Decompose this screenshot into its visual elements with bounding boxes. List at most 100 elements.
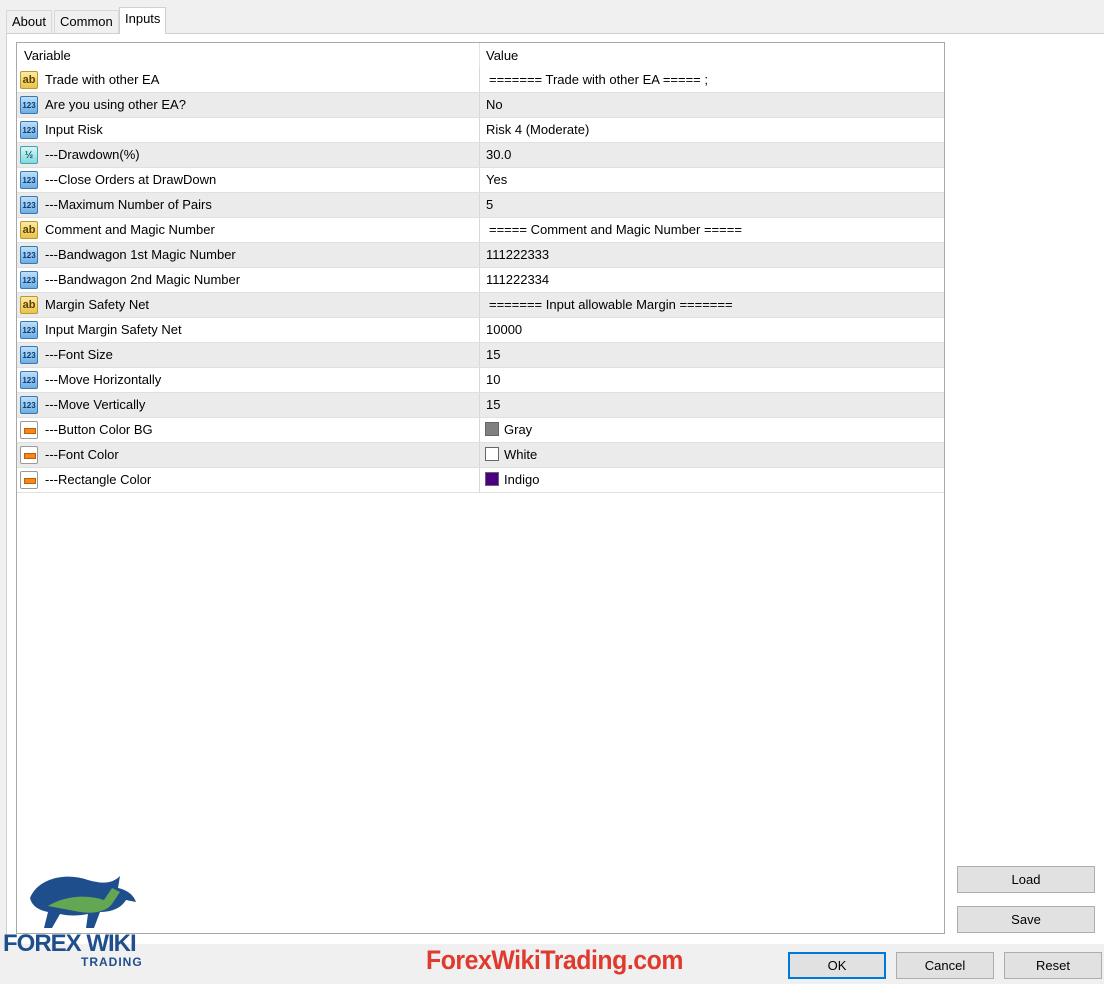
variable-label: ---Rectangle Color [45,472,152,487]
value-cell[interactable]: Risk 4 (Moderate) [480,118,944,142]
tab-about[interactable]: About [6,10,52,33]
table-row[interactable]: ½ ---Drawdown(%) 30.0 [17,143,944,168]
variable-cell: ---Font Color [17,443,480,467]
value-cell[interactable]: Yes [480,168,944,192]
value-cell[interactable]: 10 [480,368,944,392]
inputs-grid: Variable Value ab Trade with other EA ====… [16,42,945,934]
value-text[interactable]: ======= Trade with other EA ===== ; [489,68,708,92]
variable-label: ---Move Horizontally [45,372,162,387]
value-text[interactable]: 15 [486,393,500,417]
variable-cell: 123 Are you using other EA? [17,93,480,117]
variable-cell: 123 ---Close Orders at DrawDown [17,168,480,192]
value-text[interactable]: 15 [486,343,500,367]
header-value[interactable]: Value [480,43,944,68]
value-cell[interactable]: 30.0 [480,143,944,167]
value-text[interactable]: 10 [486,368,500,392]
value-text[interactable]: No [486,93,503,117]
value-cell[interactable]: 15 [480,393,944,417]
value-cell[interactable]: 111222334 [480,268,944,292]
value-text[interactable]: Indigo [504,468,539,492]
color-swatch[interactable] [485,422,499,436]
reset-button[interactable]: Reset [1004,952,1102,979]
value-cell[interactable]: Gray [480,418,944,442]
load-button[interactable]: Load [957,866,1095,893]
table-row[interactable]: ab Comment and Magic Number ===== Comment … [17,218,944,243]
variable-cell: 123 ---Maximum Number of Pairs [17,193,480,217]
variable-cell: 123 ---Move Horizontally [17,368,480,392]
table-row[interactable]: 123 ---Move Vertically 15 [17,393,944,418]
table-row[interactable]: ---Rectangle Color Indigo [17,468,944,493]
value-cell[interactable]: 111222333 [480,243,944,267]
value-cell[interactable]: Indigo [480,468,944,492]
variable-label: ---Maximum Number of Pairs [45,197,212,212]
value-text[interactable]: ======= Input allowable Margin ======= [489,293,733,317]
table-row[interactable]: 123 Input Risk Risk 4 (Moderate) [17,118,944,143]
value-text[interactable]: 111222333 [486,243,549,267]
variable-cell: ---Button Color BG [17,418,480,442]
variable-label: Trade with other EA [45,72,160,87]
table-row[interactable]: 123 ---Close Orders at DrawDown Yes [17,168,944,193]
watermark-text: ForexWikiTrading.com [426,945,683,975]
table-row[interactable]: 123 ---Maximum Number of Pairs 5 [17,193,944,218]
variable-label: Are you using other EA? [45,97,186,112]
value-text[interactable]: 5 [486,193,493,217]
value-cell[interactable]: 5 [480,193,944,217]
grid-header: Variable Value [17,43,944,68]
integer-type-icon: 123 [20,321,38,339]
value-cell[interactable]: 10000 [480,318,944,342]
table-row[interactable]: ab Margin Safety Net ======= Input allowab… [17,293,944,318]
table-row[interactable]: 123 ---Font Size 15 [17,343,944,368]
value-cell[interactable]: ======= Trade with other EA ===== ; [480,68,944,92]
table-row[interactable]: ---Font Color White [17,443,944,468]
tab-common[interactable]: Common [54,10,119,33]
value-text[interactable]: ===== Comment and Magic Number ===== [489,218,742,242]
value-cell[interactable]: 15 [480,343,944,367]
variable-label: ---Bandwagon 1st Magic Number [45,247,236,262]
color-type-icon [20,421,38,439]
table-row[interactable]: 123 ---Bandwagon 1st Magic Number 11122233… [17,243,944,268]
logo-brand-text: FOREX WIKI [3,930,137,957]
cancel-button[interactable]: Cancel [896,952,994,979]
integer-type-icon: 123 [20,396,38,414]
table-row[interactable]: 123 ---Move Horizontally 10 [17,368,944,393]
integer-type-icon: 123 [20,196,38,214]
value-text[interactable]: 111222334 [486,268,549,292]
variable-cell: ab Trade with other EA [17,68,480,92]
string-type-icon: ab [20,221,38,239]
value-text[interactable]: 30.0 [486,143,511,167]
integer-type-icon: 123 [20,121,38,139]
variable-cell: 123 Input Risk [17,118,480,142]
variable-cell: ---Rectangle Color [17,468,480,492]
grid-rows: ab Trade with other EA ======= Trade with … [17,68,944,493]
variable-cell: 123 Input Margin Safety Net [17,318,480,342]
value-cell[interactable]: No [480,93,944,117]
table-row[interactable]: 123 Are you using other EA? No [17,93,944,118]
value-text[interactable]: Risk 4 (Moderate) [486,118,589,142]
ok-button[interactable]: OK [788,952,886,979]
color-swatch[interactable] [485,447,499,461]
variable-cell: 123 ---Bandwagon 1st Magic Number [17,243,480,267]
color-type-icon [20,471,38,489]
value-text[interactable]: 10000 [486,318,522,342]
integer-type-icon: 123 [20,271,38,289]
variable-label: Input Risk [45,122,103,137]
color-swatch[interactable] [485,472,499,486]
table-row[interactable]: 123 Input Margin Safety Net 10000 [17,318,944,343]
tab-inputs[interactable]: Inputs [119,7,167,34]
table-row[interactable]: ---Button Color BG Gray [17,418,944,443]
variable-label: ---Button Color BG [45,422,153,437]
value-cell[interactable]: White [480,443,944,467]
table-row[interactable]: 123 ---Bandwagon 2nd Magic Number 11122233… [17,268,944,293]
value-text[interactable]: White [504,443,537,467]
table-row[interactable]: ab Trade with other EA ======= Trade with … [17,68,944,93]
variable-cell: 123 ---Font Size [17,343,480,367]
value-text[interactable]: Yes [486,168,507,192]
value-text[interactable]: Gray [504,418,532,442]
value-cell[interactable]: ===== Comment and Magic Number ===== [480,218,944,242]
variable-label: Margin Safety Net [45,297,150,312]
header-variable[interactable]: Variable [17,43,480,68]
integer-type-icon: 123 [20,346,38,364]
value-cell[interactable]: ======= Input allowable Margin ======= [480,293,944,317]
variable-label: Input Margin Safety Net [45,322,182,337]
save-button[interactable]: Save [957,906,1095,933]
